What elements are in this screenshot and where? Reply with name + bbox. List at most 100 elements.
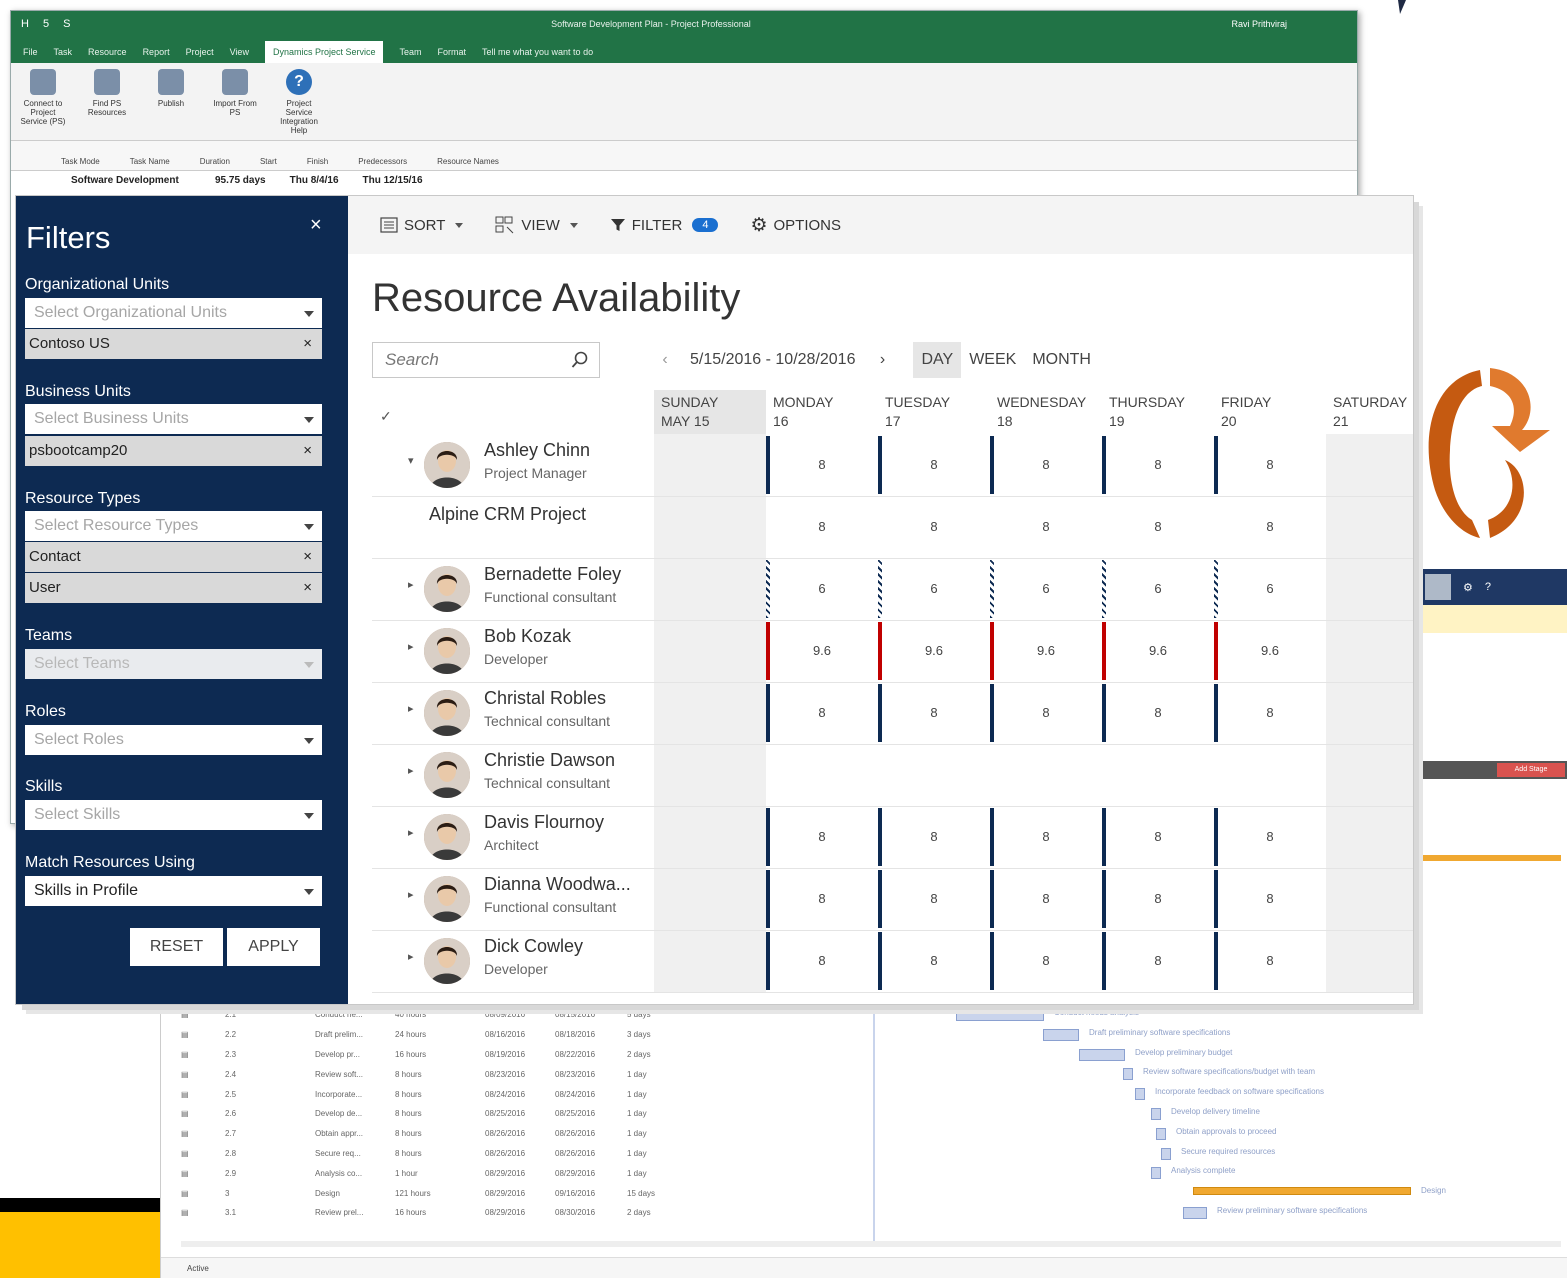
hours-cell[interactable]: 8: [990, 457, 1102, 472]
table-row[interactable]: ▤ 2.5 Incorporate... 8 hours 08/24/2016 08/24…: [181, 1084, 1561, 1104]
gantt-bar[interactable]: [1043, 1028, 1079, 1041]
connect-ps-button[interactable]: Connect to Project Service (PS): [17, 69, 69, 140]
close-icon[interactable]: ×: [310, 214, 322, 237]
hours-cell[interactable]: 9.6: [1102, 643, 1214, 658]
resource-name[interactable]: Davis Flournoy: [484, 812, 604, 833]
resource-name[interactable]: Bob Kozak: [484, 626, 571, 647]
view-button[interactable]: VIEW: [495, 216, 578, 234]
hours-cell[interactable]: 8: [766, 953, 878, 968]
resource-name[interactable]: Dick Cowley: [484, 936, 583, 957]
col-finish[interactable]: Finish: [307, 157, 328, 166]
gantt-bar[interactable]: [1079, 1048, 1125, 1061]
hours-cell[interactable]: 9.6: [766, 643, 878, 658]
hours-cell[interactable]: 8: [990, 519, 1102, 534]
hours-cell[interactable]: 6: [1102, 581, 1214, 596]
user-avatar[interactable]: [1425, 574, 1451, 600]
apply-button[interactable]: APPLY: [227, 928, 320, 966]
filter-button[interactable]: FILTER 4: [610, 217, 719, 234]
help-question-icon[interactable]: ?: [1485, 581, 1491, 593]
org-units-select[interactable]: Select Organizational Units: [25, 298, 322, 328]
tab-resource[interactable]: Resource: [88, 47, 127, 57]
hours-cell[interactable]: 8: [878, 953, 990, 968]
prev-period-button[interactable]: ‹: [652, 351, 678, 369]
hours-cell[interactable]: 8: [1102, 829, 1214, 844]
select-all-check-icon[interactable]: ✓: [380, 408, 392, 425]
hours-cell[interactable]: 8: [878, 829, 990, 844]
resource-name[interactable]: Christal Robles: [484, 688, 606, 709]
task-row[interactable]: Software Development 95.75 days Thu 8/4/…: [11, 171, 1357, 186]
remove-chip-icon[interactable]: ×: [303, 573, 312, 603]
gantt-bar[interactable]: [1183, 1207, 1207, 1219]
tab-task[interactable]: Task: [54, 47, 73, 57]
gantt-bar[interactable]: [1161, 1147, 1171, 1160]
hours-cell[interactable]: 8: [990, 891, 1102, 906]
month-view-button[interactable]: MONTH: [1024, 342, 1099, 378]
hours-cell[interactable]: 8: [878, 519, 990, 534]
hours-cell[interactable]: 8: [1214, 829, 1326, 844]
gantt-bar[interactable]: [1156, 1127, 1166, 1140]
hours-cell[interactable]: 8: [766, 457, 878, 472]
hours-cell[interactable]: 6: [990, 581, 1102, 596]
remove-chip-icon[interactable]: ×: [303, 436, 312, 466]
gantt-bar[interactable]: [1123, 1068, 1133, 1081]
tell-me-box[interactable]: Tell me what you want to do: [482, 47, 593, 57]
hours-cell[interactable]: 9.6: [878, 643, 990, 658]
hours-cell[interactable]: 8: [766, 829, 878, 844]
hours-cell[interactable]: 9.6: [1214, 643, 1326, 658]
teams-select[interactable]: Select Teams: [25, 649, 322, 679]
col-resource-names[interactable]: Resource Names: [437, 157, 499, 166]
skills-select[interactable]: Select Skills: [25, 800, 322, 830]
hours-cell[interactable]: 6: [878, 581, 990, 596]
search-input[interactable]: Search: [372, 342, 600, 378]
help-button[interactable]: ? Project Service Integration Help: [273, 69, 325, 140]
sort-button[interactable]: SORT: [380, 217, 464, 234]
tab-format[interactable]: Format: [438, 47, 467, 57]
hours-cell[interactable]: 8: [1102, 891, 1214, 906]
save-icon[interactable]: H: [21, 18, 29, 30]
hours-cell[interactable]: 8: [766, 705, 878, 720]
gantt-bar[interactable]: [1193, 1187, 1411, 1196]
tab-report[interactable]: Report: [143, 47, 170, 57]
expand-chevron-icon[interactable]: ▸: [408, 950, 414, 963]
hours-cell[interactable]: 8: [1214, 519, 1326, 534]
hours-cell[interactable]: 8: [1214, 953, 1326, 968]
table-row[interactable]: ▤ 2.7 Obtain appr... 8 hours 08/26/2016 08/26…: [181, 1124, 1561, 1144]
undo-icon[interactable]: 5: [43, 18, 49, 30]
hours-cell[interactable]: 8: [1102, 705, 1214, 720]
quick-access-toolbar[interactable]: H 5 S: [21, 18, 70, 30]
col-predecessors[interactable]: Predecessors: [358, 157, 407, 166]
col-task-name[interactable]: Task Name: [130, 157, 170, 166]
tab-team[interactable]: Team: [399, 47, 421, 57]
hours-cell[interactable]: 8: [990, 829, 1102, 844]
table-row[interactable]: ▤ 2.6 Develop de... 8 hours 08/25/2016 08/25/…: [181, 1104, 1561, 1124]
find-ps-resources-button[interactable]: Find PS Resources: [81, 69, 133, 140]
hours-cell[interactable]: 8: [990, 953, 1102, 968]
expand-chevron-icon[interactable]: ▸: [408, 578, 414, 591]
gantt-bar[interactable]: [1151, 1108, 1161, 1120]
resource-types-select[interactable]: Select Resource Types: [25, 511, 322, 541]
expand-chevron-icon[interactable]: ▸: [408, 826, 414, 839]
publish-button[interactable]: Publish: [145, 69, 197, 140]
remove-chip-icon[interactable]: ×: [303, 542, 312, 572]
tab-view[interactable]: View: [230, 47, 249, 57]
table-row[interactable]: ▤ 2.3 Develop pr... 16 hours 08/19/2016 08/22…: [181, 1045, 1561, 1065]
tab-project[interactable]: Project: [186, 47, 214, 57]
remove-chip-icon[interactable]: ×: [303, 329, 312, 359]
hours-cell[interactable]: 8: [1214, 891, 1326, 906]
hours-cell[interactable]: 8: [1102, 519, 1214, 534]
resource-name[interactable]: Dianna Woodwa...: [484, 874, 631, 895]
col-start[interactable]: Start: [260, 157, 277, 166]
hours-cell[interactable]: 8: [1214, 705, 1326, 720]
user-name[interactable]: Ravi Prithviraj: [1231, 19, 1287, 29]
settings-gear-icon[interactable]: ⚙: [1463, 581, 1473, 594]
hours-cell[interactable]: 8: [1102, 457, 1214, 472]
hours-cell[interactable]: 8: [1214, 457, 1326, 472]
table-row[interactable]: ▤ 2.1 Conduct ne... 40 hours 08/09/2016 08/15…: [181, 1005, 1561, 1025]
roles-select[interactable]: Select Roles: [25, 725, 322, 755]
tab-dynamics-project-service[interactable]: Dynamics Project Service: [264, 41, 384, 63]
options-button[interactable]: ⚙ OPTIONS: [750, 214, 841, 237]
import-from-ps-button[interactable]: Import From PS: [209, 69, 261, 140]
hours-cell[interactable]: 6: [1214, 581, 1326, 596]
gantt-bar[interactable]: [1151, 1167, 1161, 1180]
business-units-select[interactable]: Select Business Units: [25, 404, 322, 434]
